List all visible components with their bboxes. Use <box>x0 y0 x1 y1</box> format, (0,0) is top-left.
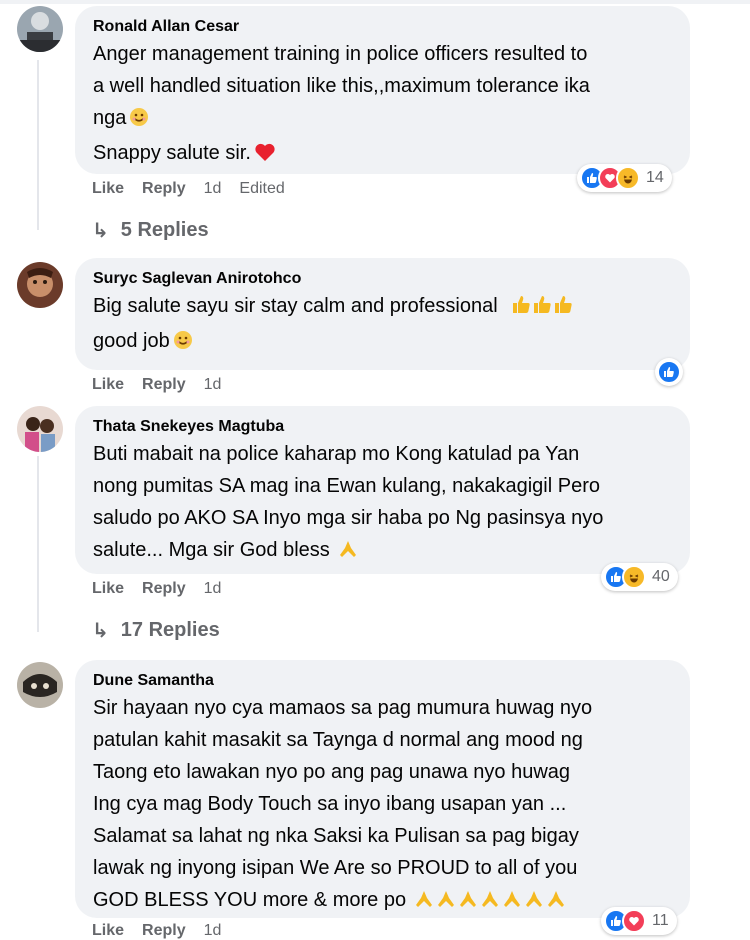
folded-hands-emoji-icon <box>414 887 565 919</box>
comment-bubble: Thata Snekeyes Magtuba Buti mabait na po… <box>75 406 690 574</box>
top-divider <box>0 0 750 4</box>
like-icon <box>657 360 681 384</box>
smile-emoji-icon <box>129 105 149 137</box>
haha-icon <box>616 166 640 190</box>
comment-bubble: Dune Samantha Sir hayaan nyo cya mamaos … <box>75 660 690 918</box>
reply-button[interactable]: Reply <box>142 580 186 598</box>
avatar[interactable] <box>17 406 63 452</box>
love-icon <box>622 909 646 933</box>
comment-text: Buti mabait na police kaharap mo Kong ka… <box>93 438 672 569</box>
reply-button[interactable]: Reply <box>142 180 186 198</box>
reply-arrow-icon: ↳ <box>92 620 109 642</box>
folded-hands-emoji-icon <box>338 537 358 569</box>
reply-arrow-icon: ↳ <box>92 220 109 242</box>
smile-emoji-icon <box>173 328 193 360</box>
like-button[interactable]: Like <box>92 580 124 598</box>
edited-label[interactable]: Edited <box>239 180 284 198</box>
author-name[interactable]: Ronald Allan Cesar <box>93 16 672 38</box>
reaction-count: 11 <box>652 912 669 929</box>
comment-bubble: Ronald Allan Cesar Anger management trai… <box>75 6 690 174</box>
comment-text: Anger management training in police offi… <box>93 38 672 172</box>
comment-actions: Like Reply 1d <box>92 376 239 394</box>
comment-actions: Like Reply 1d Edited <box>92 180 303 198</box>
reaction-summary[interactable]: 11 <box>601 907 677 935</box>
reaction-summary[interactable]: 40 <box>601 563 678 591</box>
like-button[interactable]: Like <box>92 922 124 940</box>
comment-text: Sir hayaan nyo cya mamaos sa pag mumura … <box>93 692 672 919</box>
thread-line <box>37 456 39 632</box>
avatar[interactable] <box>17 662 63 708</box>
comment-bubble: Suryc Saglevan Anirotohco Big salute say… <box>75 258 690 370</box>
timestamp[interactable]: 1d <box>204 580 222 598</box>
thread-line <box>37 60 39 230</box>
thumbs-up-emoji-icon <box>511 293 573 325</box>
timestamp[interactable]: 1d <box>204 376 222 394</box>
haha-icon <box>622 565 646 589</box>
author-name[interactable]: Suryc Saglevan Anirotohco <box>93 268 672 290</box>
avatar[interactable] <box>17 262 63 308</box>
comment-actions: Like Reply 1d <box>92 580 239 598</box>
view-replies-button[interactable]: ↳ 17 Replies <box>92 618 220 643</box>
view-replies-button[interactable]: ↳ 5 Replies <box>92 218 209 243</box>
reply-button[interactable]: Reply <box>142 376 186 394</box>
reply-button[interactable]: Reply <box>142 922 186 940</box>
timestamp[interactable]: 1d <box>204 922 222 940</box>
like-button[interactable]: Like <box>92 376 124 394</box>
author-name[interactable]: Thata Snekeyes Magtuba <box>93 416 672 438</box>
comment-actions: Like Reply 1d <box>92 922 239 940</box>
comment-text: Big salute sayu sir stay calm and profes… <box>93 290 672 360</box>
red-heart-emoji-icon <box>254 140 276 172</box>
like-button[interactable]: Like <box>92 180 124 198</box>
reaction-summary[interactable]: 14 <box>577 164 672 192</box>
reaction-count: 14 <box>646 169 664 186</box>
timestamp[interactable]: 1d <box>204 180 222 198</box>
author-name[interactable]: Dune Samantha <box>93 670 672 692</box>
reaction-count: 40 <box>652 568 670 585</box>
reaction-summary[interactable] <box>655 358 683 386</box>
avatar[interactable] <box>17 6 63 52</box>
